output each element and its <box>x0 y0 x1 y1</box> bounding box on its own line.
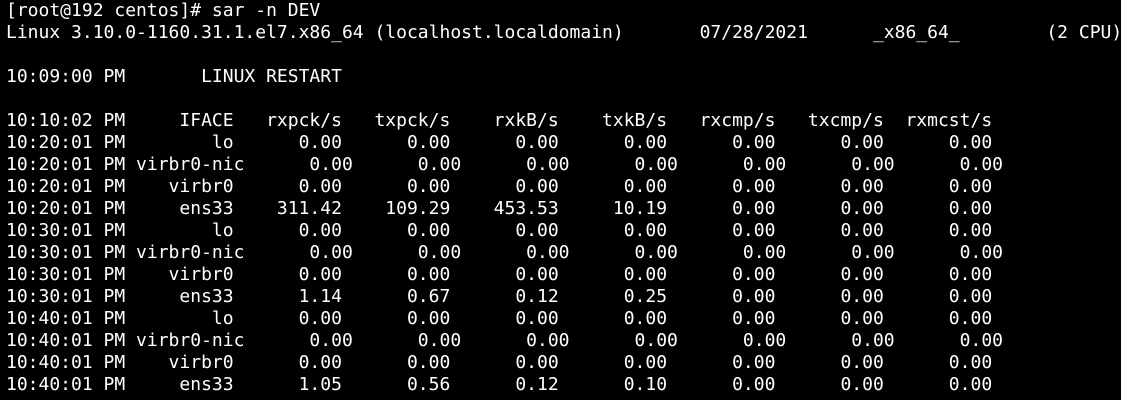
table-row: 10:30:01 PM virbr0-nic 0.00 0.00 0.00 0.… <box>6 242 1003 263</box>
table-row: 10:20:01 PM ens33 311.42 109.29 453.53 1… <box>6 198 993 219</box>
table-row: 10:40:01 PM virbr0 0.00 0.00 0.00 0.00 0… <box>6 352 993 373</box>
table-row: 10:40:01 PM virbr0-nic 0.00 0.00 0.00 0.… <box>6 330 1003 351</box>
table-row: 10:30:01 PM lo 0.00 0.00 0.00 0.00 0.00 … <box>6 220 993 241</box>
terminal-window[interactable]: [root@192 centos]# sar -n DEV Linux 3.10… <box>0 0 1121 400</box>
command-prompt-line: [root@192 centos]# sar -n DEV <box>6 0 321 21</box>
table-header-line: 10:10:02 PM IFACE rxpck/s txpck/s rxkB/s… <box>6 110 993 131</box>
system-info-line: Linux 3.10.0-1160.31.1.el7.x86_64 (local… <box>6 22 1121 43</box>
table-row: 10:40:01 PM lo 0.00 0.00 0.00 0.00 0.00 … <box>6 308 993 329</box>
table-row: 10:30:01 PM ens33 1.14 0.67 0.12 0.25 0.… <box>6 286 993 307</box>
restart-line: 10:09:00 PM LINUX RESTART <box>6 66 342 87</box>
table-row: 10:40:01 PM ens33 1.05 0.56 0.12 0.10 0.… <box>6 374 993 395</box>
table-row: 10:30:01 PM virbr0 0.00 0.00 0.00 0.00 0… <box>6 264 993 285</box>
table-row: 10:20:01 PM lo 0.00 0.00 0.00 0.00 0.00 … <box>6 132 993 153</box>
table-row: 10:20:01 PM virbr0 0.00 0.00 0.00 0.00 0… <box>6 176 993 197</box>
table-row: 10:20:01 PM virbr0-nic 0.00 0.00 0.00 0.… <box>6 154 1003 175</box>
